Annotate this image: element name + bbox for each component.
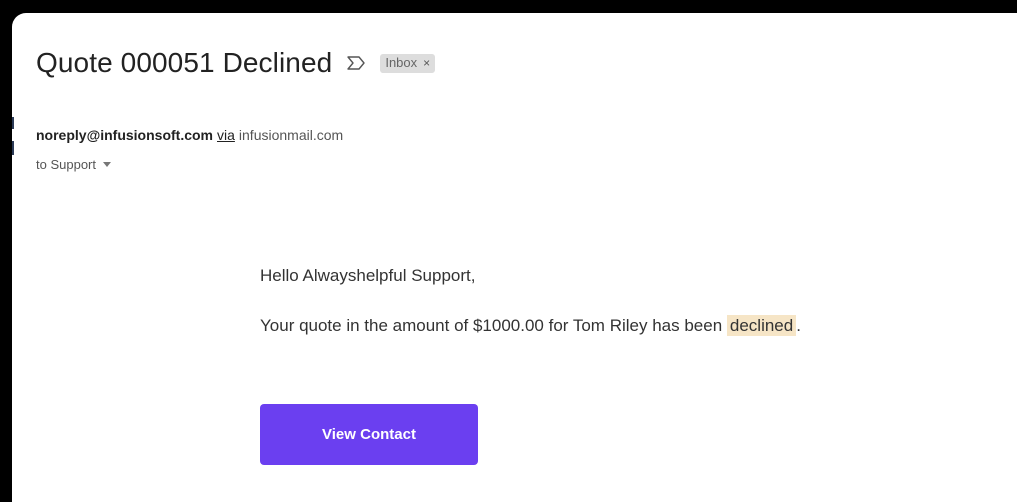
email-view: Quote 000051 Declined Inbox × noreply@in…	[12, 13, 1017, 502]
recipient-text: to Support	[36, 157, 96, 172]
subject-row: Quote 000051 Declined Inbox ×	[36, 47, 436, 79]
remove-label-icon[interactable]: ×	[423, 56, 430, 70]
via-domain: infusionmail.com	[238, 127, 344, 143]
message-text: Your quote in the amount of $1000.00 for…	[260, 316, 727, 335]
highlighted-word: declined	[726, 315, 797, 336]
message-end: .	[796, 316, 801, 335]
edge-marker	[12, 117, 14, 129]
importance-marker-icon[interactable]	[346, 53, 366, 73]
label-name: Inbox	[385, 55, 418, 70]
email-message: Your quote in the amount of $1000.00 for…	[260, 315, 801, 336]
chevron-down-icon[interactable]	[103, 162, 111, 167]
sender-row: noreply@infusionsoft.com via infusionmail.…	[36, 127, 343, 143]
view-contact-button[interactable]: View Contact	[260, 404, 478, 465]
recipient-details-toggle[interactable]: to Support	[36, 157, 111, 172]
email-greeting: Hello Alwayshelpful Support,	[260, 266, 476, 285]
window-frame: Quote 000051 Declined Inbox × noreply@in…	[0, 0, 1017, 502]
sender-email[interactable]: noreply@infusionsoft.com	[36, 127, 213, 143]
inbox-label-chip[interactable]: Inbox ×	[380, 53, 436, 73]
via-link[interactable]: via	[217, 127, 235, 143]
edge-marker	[12, 141, 14, 155]
email-subject: Quote 000051 Declined	[36, 47, 333, 78]
